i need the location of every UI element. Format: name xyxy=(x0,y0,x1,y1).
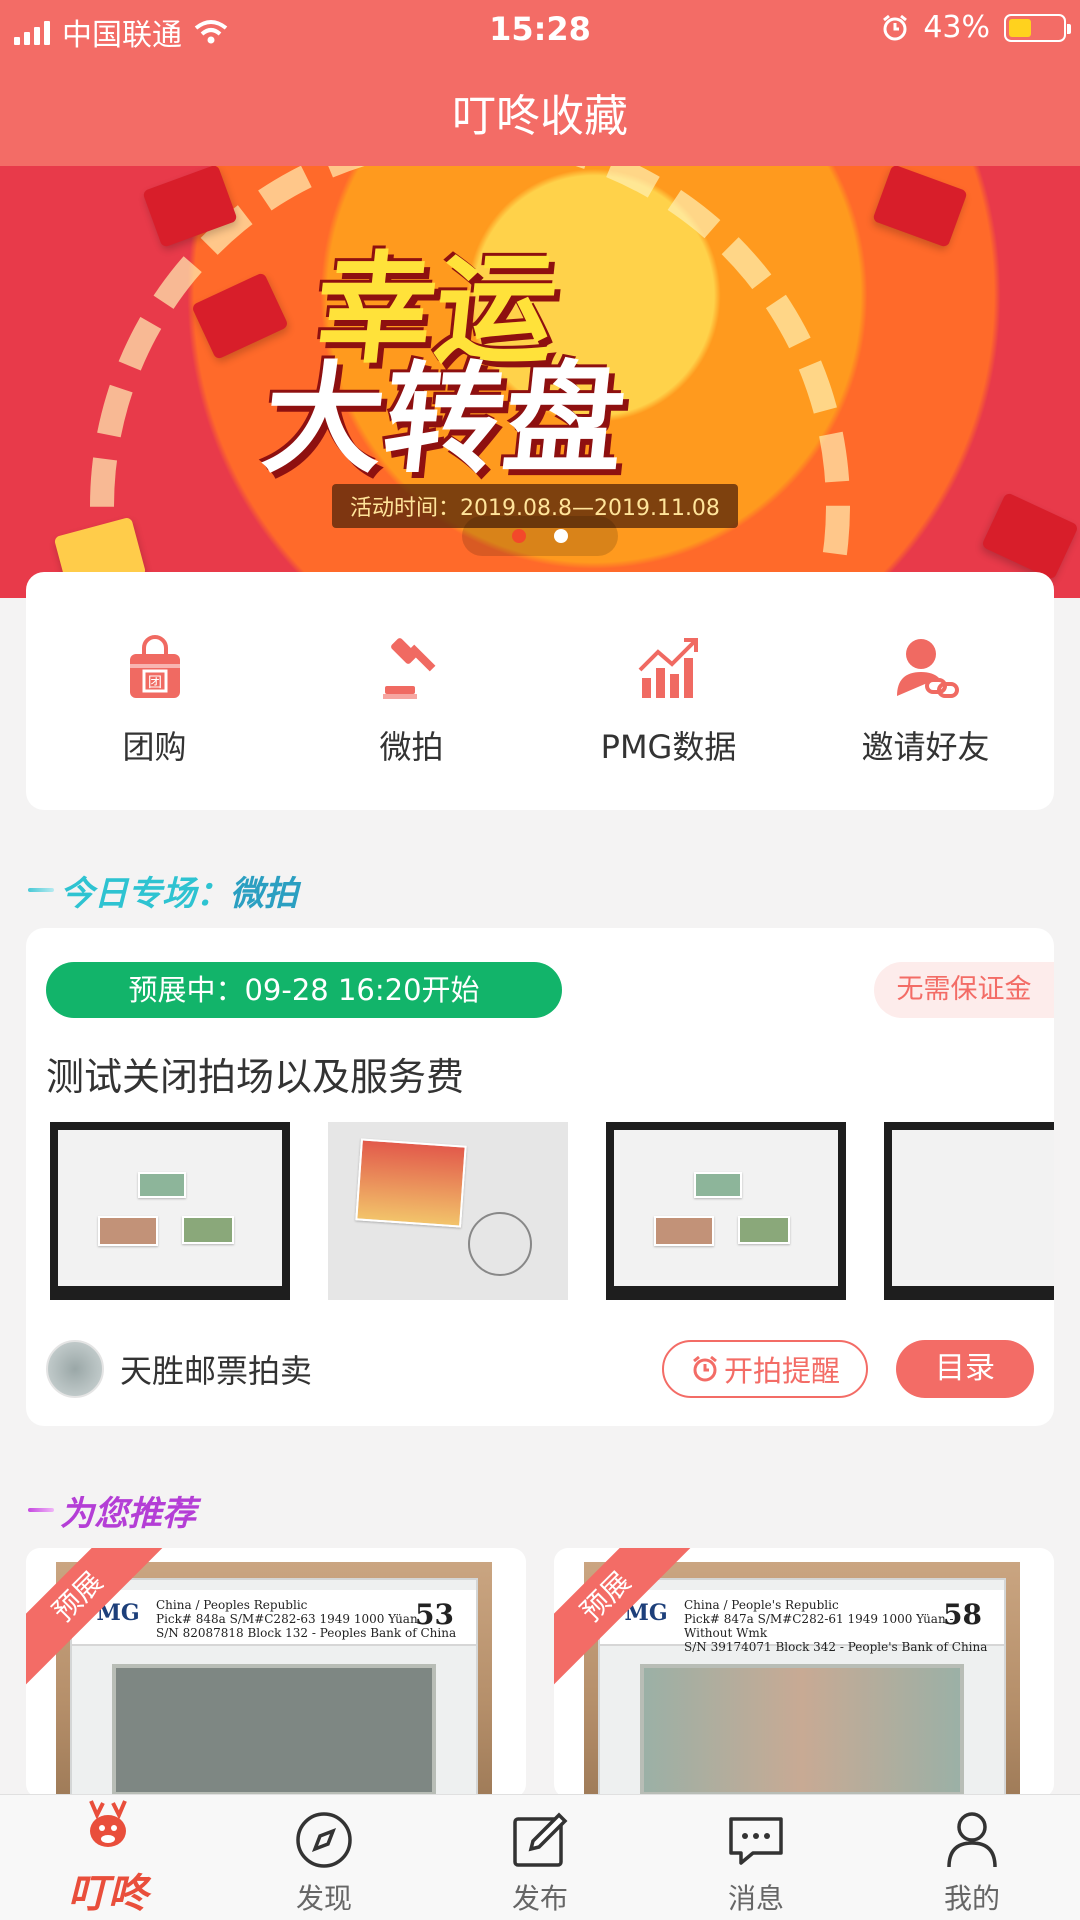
tab-home[interactable]: 叮咚 xyxy=(0,1795,216,1920)
carousel-dot[interactable] xyxy=(554,529,568,543)
auction-title[interactable]: 测试关闭拍场以及服务费 xyxy=(46,1046,464,1101)
top-bar: 中国联通 15:28 43% 叮咚收藏 xyxy=(0,0,1080,166)
tab-label: 发布 xyxy=(511,1882,568,1915)
tab-mine[interactable]: 我的 xyxy=(864,1795,1080,1920)
page-title: 叮咚收藏 xyxy=(452,91,628,142)
battery-icon xyxy=(1004,13,1071,42)
quick-item-label: PMG数据 xyxy=(600,728,737,766)
status-bar: 中国联通 15:28 43% xyxy=(0,0,1080,56)
lot-thumbnail[interactable] xyxy=(50,1122,290,1300)
tab-label: 叮咚 xyxy=(68,1871,148,1917)
svg-text:团: 团 xyxy=(148,675,162,691)
banknote xyxy=(112,1664,436,1796)
group-buy-bag-icon: 团 xyxy=(129,635,180,698)
tab-label: 消息 xyxy=(727,1882,784,1915)
section-title: 今日专场： xyxy=(60,873,230,914)
alarm-clock-icon xyxy=(693,1355,717,1382)
tab-messages[interactable]: 消息 xyxy=(648,1795,864,1920)
compass-icon xyxy=(296,1812,352,1868)
pmg-label: PMG China / People's Republic Pick# 847a… xyxy=(600,1590,1004,1654)
today-section-header: 今日专场： 微拍 xyxy=(28,860,298,920)
pmg-grade: 58 xyxy=(943,1598,982,1631)
banknote-photo: PMG China / People's Republic Pick# 847a… xyxy=(584,1562,1020,1798)
lot-thumbnails xyxy=(50,1122,1054,1300)
auction-card[interactable]: 预展中：09-28 16:20开始 无需保证金 测试关闭拍场以及服务费 天胜邮票… xyxy=(26,928,1054,1426)
quick-item-invite[interactable]: 邀请好友 xyxy=(797,572,1054,810)
catalog-button[interactable]: 目录 xyxy=(896,1340,1034,1398)
seller-name: 天胜邮票拍卖 xyxy=(120,1352,313,1390)
pmg-label: PMG China / Peoples Republic Pick# 848a … xyxy=(72,1590,476,1646)
carousel-indicator xyxy=(462,516,618,556)
seller-info[interactable]: 天胜邮票拍卖 xyxy=(46,1340,312,1398)
quick-item-group-buy[interactable]: 团 团购 xyxy=(26,572,283,810)
tab-label: 我的 xyxy=(943,1882,1000,1915)
tab-discover[interactable]: 发现 xyxy=(216,1795,432,1920)
start-reminder-button[interactable]: 开拍提醒 xyxy=(662,1340,868,1398)
user-icon xyxy=(947,1812,997,1868)
invite-friend-icon xyxy=(896,639,959,698)
banknote xyxy=(640,1664,964,1796)
preview-status-badge: 预展中：09-28 16:20开始 xyxy=(46,962,562,1018)
lot-thumbnail[interactable] xyxy=(606,1122,846,1300)
banner-headline: 幸运 大转盘 xyxy=(256,241,632,490)
carousel-dot-active[interactable] xyxy=(512,529,526,543)
red-envelope-decoration xyxy=(981,491,1079,581)
home-deer-logo-icon xyxy=(89,1800,127,1847)
red-envelope-decoration xyxy=(872,166,968,248)
avatar xyxy=(46,1340,104,1398)
battery-percent: 43% xyxy=(923,10,990,45)
quick-menu: 团 团购 微拍 PMG数据 邀请好友 xyxy=(26,572,1054,810)
pmg-grade: 53 xyxy=(415,1598,454,1631)
recommend-card[interactable]: PMG China / Peoples Republic Pick# 848a … xyxy=(26,1548,526,1798)
alarm-icon xyxy=(883,14,908,40)
quick-item-auction[interactable]: 微拍 xyxy=(283,572,540,810)
banknote-photo: PMG China / Peoples Republic Pick# 848a … xyxy=(56,1562,492,1798)
lot-thumbnail[interactable] xyxy=(328,1122,568,1300)
quick-item-label: 微拍 xyxy=(379,728,444,766)
tab-label: 发现 xyxy=(295,1882,352,1915)
chart-trend-icon xyxy=(638,638,698,698)
promo-banner[interactable]: 幸运 大转盘 活动时间：2019.08.8—2019.11.08 xyxy=(0,166,1080,598)
bottom-tab-bar: 叮咚 发现 发布 消息 我的 xyxy=(0,1794,1080,1920)
message-bubble-icon xyxy=(729,1817,783,1865)
quick-item-pmg-data[interactable]: PMG数据 xyxy=(540,572,797,810)
recommend-card[interactable]: PMG China / People's Republic Pick# 847a… xyxy=(554,1548,1054,1798)
auction-gavel-icon xyxy=(382,638,435,699)
lot-thumbnail[interactable] xyxy=(884,1122,1054,1300)
edit-icon xyxy=(513,1812,568,1867)
section-title: 为您推荐 xyxy=(60,1493,196,1534)
tab-publish[interactable]: 发布 xyxy=(432,1795,648,1920)
section-highlight: 微拍 xyxy=(230,873,298,914)
no-deposit-badge: 无需保证金 xyxy=(874,962,1054,1018)
recommend-section-header: 为您推荐 xyxy=(28,1480,196,1540)
quick-item-label: 团购 xyxy=(122,728,187,766)
quick-item-label: 邀请好友 xyxy=(861,728,990,766)
